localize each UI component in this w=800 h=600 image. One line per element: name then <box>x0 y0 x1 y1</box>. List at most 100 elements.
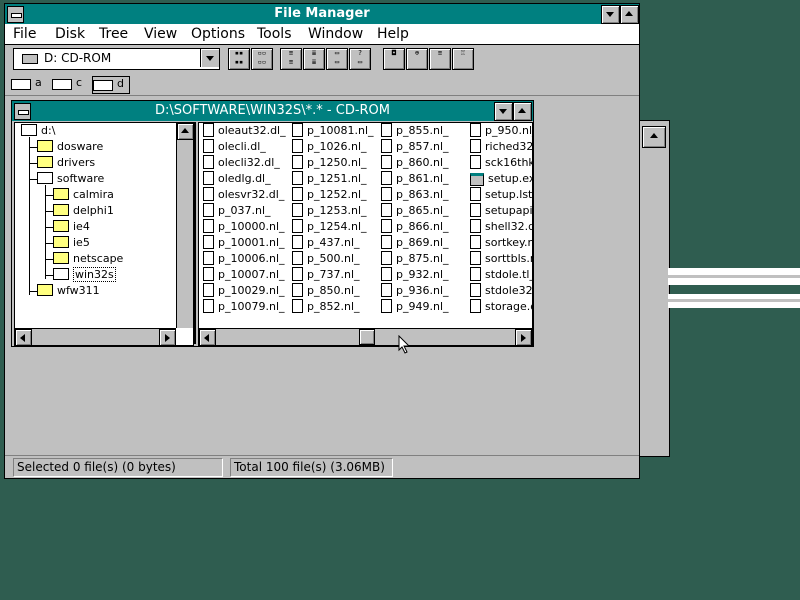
file-item[interactable]: sortkey.nl_ <box>470 235 532 251</box>
scroll-up-button[interactable] <box>177 123 194 140</box>
menu-options[interactable]: Options <box>191 26 245 42</box>
menu-tree[interactable]: Tree <box>99 26 128 42</box>
tree-node[interactable]: dosware <box>37 139 103 155</box>
file-item[interactable]: p_1253.nl_ <box>292 203 367 219</box>
drive-c-button[interactable]: c <box>52 76 88 92</box>
file-item[interactable]: p_1250.nl_ <box>292 155 367 171</box>
tree-node[interactable]: software <box>37 171 104 187</box>
file-item[interactable]: p_10001.nl_ <box>203 235 285 251</box>
scroll-left-button[interactable] <box>199 329 216 345</box>
menu-file[interactable]: File <box>13 26 36 42</box>
file-item[interactable]: p_866.nl_ <box>381 219 449 235</box>
view-details-button[interactable]: ≣ ≣ <box>303 48 325 70</box>
maximize-button[interactable] <box>620 5 639 24</box>
sort-type-button[interactable]: ? ▭ <box>349 48 371 70</box>
file-item[interactable]: p_863.nl_ <box>381 187 449 203</box>
file-item[interactable]: p_936.nl_ <box>381 283 449 299</box>
tree-node-selected[interactable]: win32s <box>53 267 116 283</box>
system-menu-button[interactable] <box>7 6 24 23</box>
file-item[interactable]: p_10000.nl_ <box>203 219 285 235</box>
scroll-left-button[interactable] <box>15 329 32 346</box>
child-system-menu-button[interactable] <box>14 103 31 120</box>
tool-button-2[interactable]: ⊕ <box>406 48 428 70</box>
file-item[interactable]: shell32.dl_ <box>470 219 532 235</box>
file-item[interactable]: p_865.nl_ <box>381 203 449 219</box>
menu-help[interactable]: Help <box>377 26 409 42</box>
file-item[interactable]: p_852.nl_ <box>292 299 360 315</box>
file-item[interactable]: p_949.nl_ <box>381 299 449 315</box>
tool-button-4[interactable]: ♖ <box>452 48 474 70</box>
tree-node[interactable]: calmira <box>53 187 114 203</box>
file-item[interactable]: p_950.nl_ <box>470 123 532 139</box>
file-item[interactable]: storage.dl_ <box>470 299 532 315</box>
file-item[interactable]: p_10029.nl_ <box>203 283 285 299</box>
file-item[interactable]: p_10079.nl_ <box>203 299 285 315</box>
tree-node[interactable]: ie4 <box>53 219 90 235</box>
tree-node[interactable]: wfw311 <box>37 283 100 299</box>
tree-vertical-scrollbar[interactable] <box>176 123 194 328</box>
drive-select[interactable]: D: CD-ROM <box>13 48 220 70</box>
file-item[interactable]: stdole.tl_ <box>470 267 532 283</box>
file-item[interactable]: setupapi.in <box>470 203 532 219</box>
tree-node[interactable]: ie5 <box>53 235 90 251</box>
file-item[interactable]: p_860.nl_ <box>381 155 449 171</box>
file-item[interactable]: p_861.nl_ <box>381 171 449 187</box>
scroll-right-button[interactable] <box>515 329 532 345</box>
menu-window[interactable]: Window <box>308 26 363 42</box>
file-item[interactable]: p_437.nl_ <box>292 235 360 251</box>
tool-button-1[interactable]: ◘ <box>383 48 405 70</box>
file-item[interactable]: p_1251.nl_ <box>292 171 367 187</box>
child-minimize-button[interactable] <box>494 102 513 121</box>
scroll-up-button[interactable] <box>642 126 666 148</box>
title-bar[interactable]: File Manager <box>5 4 639 24</box>
minimize-button[interactable] <box>601 5 620 24</box>
file-item[interactable]: oledlg.dl_ <box>203 171 271 187</box>
file-item[interactable]: p_1026.nl_ <box>292 139 367 155</box>
menu-disk[interactable]: Disk <box>55 26 85 42</box>
file-item[interactable]: p_857.nl_ <box>381 139 449 155</box>
file-item[interactable]: p_10081.nl_ <box>292 123 374 139</box>
file-item[interactable]: p_850.nl_ <box>292 283 360 299</box>
tree-node[interactable]: drivers <box>37 155 95 171</box>
file-item[interactable]: setup.exe <box>470 171 532 187</box>
file-item[interactable]: p_869.nl_ <box>381 235 449 251</box>
dropdown-arrow-button[interactable] <box>200 49 219 67</box>
file-item[interactable]: p_855.nl_ <box>381 123 449 139</box>
view-name-button[interactable]: ≡ ≡ <box>280 48 302 70</box>
directory-window-title-bar[interactable]: D:\SOFTWARE\WIN32S\*.* - CD-ROM <box>12 101 533 121</box>
file-item[interactable]: p_737.nl_ <box>292 267 360 283</box>
file-item[interactable]: olecli32.dl_ <box>203 155 280 171</box>
scroll-right-button[interactable] <box>159 329 176 346</box>
file-item[interactable]: oleaut32.dl_ <box>203 123 286 139</box>
disconnect-drive-button[interactable]: ▫▫ ▫▫ <box>251 48 273 70</box>
file-item[interactable]: setup.lst <box>470 187 532 203</box>
file-item[interactable]: riched32.d <box>470 139 532 155</box>
menu-view[interactable]: View <box>144 26 177 42</box>
drive-a-button[interactable]: a <box>11 76 47 92</box>
file-item[interactable]: p_1252.nl_ <box>292 187 367 203</box>
tool-button-3[interactable]: ≡ <box>429 48 451 70</box>
scroll-thumb[interactable] <box>359 329 375 345</box>
file-item[interactable]: p_500.nl_ <box>292 251 360 267</box>
file-item[interactable]: p_875.nl_ <box>381 251 449 267</box>
file-item[interactable]: p_932.nl_ <box>381 267 449 283</box>
pane-splitter[interactable] <box>193 122 196 344</box>
tree-node[interactable]: netscape <box>53 251 123 267</box>
file-item[interactable]: olesvr32.dl_ <box>203 187 284 203</box>
file-item[interactable]: sorttbls.nl <box>470 251 532 267</box>
tree-node[interactable]: delphi1 <box>53 203 114 219</box>
file-item[interactable]: olecli.dl_ <box>203 139 266 155</box>
file-item[interactable]: p_1254.nl_ <box>292 219 367 235</box>
sort-button[interactable]: ▭ ▭ <box>326 48 348 70</box>
tree-node[interactable]: d:\ <box>21 123 55 139</box>
file-item[interactable]: sck16thk.d <box>470 155 532 171</box>
file-item[interactable]: stdole32.tl <box>470 283 532 299</box>
file-item[interactable]: p_037.nl_ <box>203 203 271 219</box>
files-horizontal-scrollbar[interactable] <box>199 328 532 345</box>
file-item[interactable]: p_10006.nl_ <box>203 251 285 267</box>
menu-tools[interactable]: Tools <box>257 26 292 42</box>
tree-horizontal-scrollbar[interactable] <box>15 328 176 346</box>
child-maximize-button[interactable] <box>513 102 532 121</box>
file-item[interactable]: p_10007.nl_ <box>203 267 285 283</box>
drive-d-button[interactable]: d <box>92 76 130 94</box>
